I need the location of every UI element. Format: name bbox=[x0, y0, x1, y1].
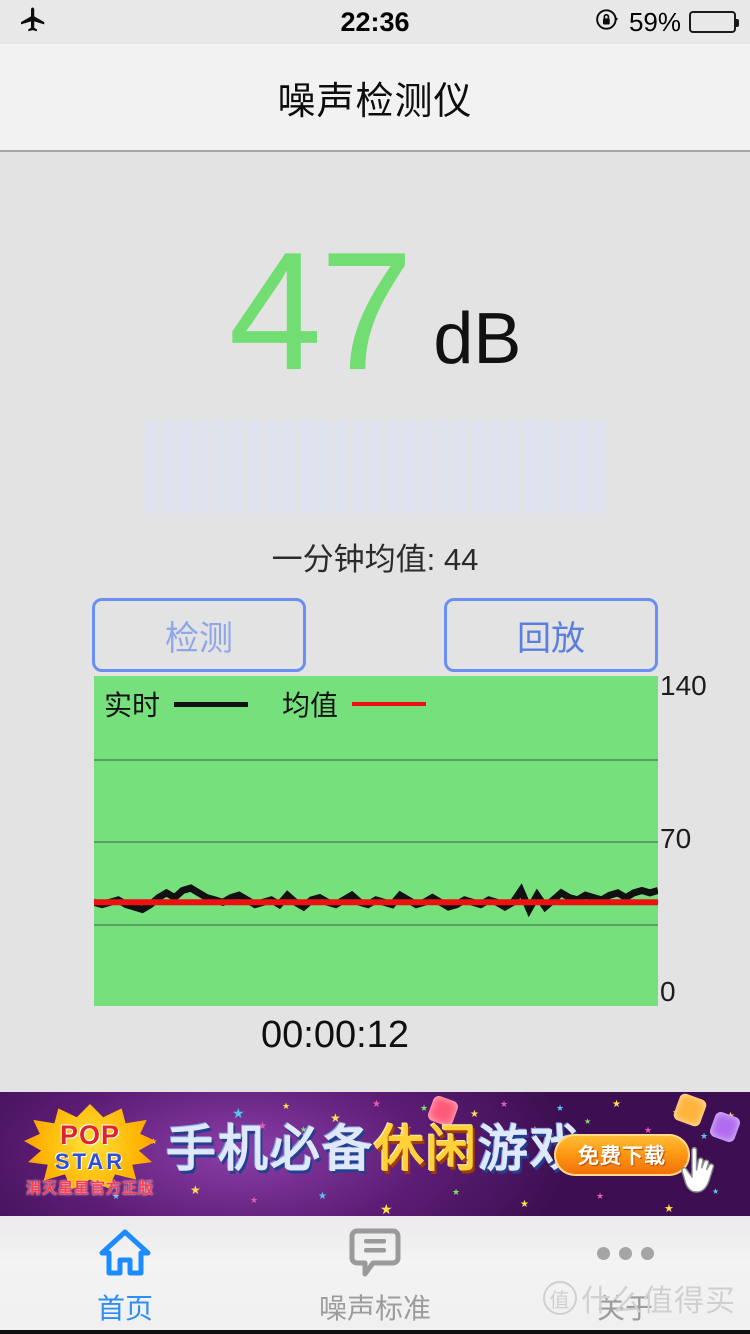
level-meter-segment bbox=[178, 420, 193, 513]
y-axis-label-max: 140 bbox=[660, 670, 707, 701]
tab-noise-standard-label: 噪声标准 bbox=[318, 1293, 431, 1324]
bottom-tab-bar: 首页 噪声标准 关于 bbox=[0, 1216, 750, 1334]
ad-star-decor: ★ bbox=[190, 1183, 201, 1197]
ad-gem-decor bbox=[672, 1092, 708, 1128]
level-meter-segment bbox=[488, 420, 503, 513]
ad-logo-pop: POP bbox=[59, 1120, 121, 1150]
level-meter-segment bbox=[212, 420, 228, 513]
chart-series-realtime bbox=[94, 883, 658, 918]
ad-star-decor: ★ bbox=[520, 1199, 529, 1210]
ad-star-decor: ★ bbox=[318, 1191, 327, 1202]
level-meter-segment bbox=[574, 420, 589, 513]
tab-home[interactable]: 首页 bbox=[0, 1216, 250, 1330]
ad-gem-decor bbox=[708, 1110, 742, 1144]
decibel-reading: 47 dB bbox=[0, 217, 750, 405]
ad-headline: 手机必备休闲游戏 bbox=[166, 1118, 582, 1180]
elapsed-timer: 00:00:12 bbox=[261, 1014, 409, 1056]
ad-star-decor: ★ bbox=[372, 1099, 381, 1110]
level-meter-segment bbox=[350, 420, 365, 513]
level-meter-segment bbox=[230, 420, 245, 513]
level-meter-segment bbox=[522, 420, 538, 513]
minute-average-label: 一分钟均值: 44 bbox=[271, 542, 479, 577]
status-bar: 22:36 59% bbox=[0, 0, 750, 44]
level-meter-segment bbox=[161, 420, 176, 513]
more-dots-icon bbox=[596, 1225, 654, 1281]
battery-percent-label: 59% bbox=[628, 6, 681, 37]
tab-more[interactable]: 关于 bbox=[500, 1216, 750, 1330]
home-icon bbox=[96, 1225, 154, 1281]
level-meter-segment bbox=[333, 420, 348, 513]
ad-star-decor: ★ bbox=[596, 1191, 605, 1201]
level-meter-segment bbox=[247, 420, 262, 513]
speech-bubble-icon bbox=[347, 1225, 403, 1281]
decibel-unit: dB bbox=[433, 299, 522, 379]
level-meter-segment bbox=[471, 420, 486, 513]
status-bar-right: 59% bbox=[594, 0, 739, 44]
nav-bar: 噪声检测仪 bbox=[0, 44, 750, 152]
ad-star-decor: ★ bbox=[664, 1203, 674, 1215]
replay-button[interactable]: 回放 bbox=[444, 598, 658, 672]
level-meter-segment bbox=[436, 420, 451, 513]
ad-star-decor: ★ bbox=[500, 1099, 509, 1109]
app-root: 22:36 59% 噪声检测仪 47 dB 一分钟均值: 44 检测 回放 实时… bbox=[0, 0, 750, 1334]
ad-star-decor: ★ bbox=[420, 1103, 429, 1113]
detect-button[interactable]: 检测 bbox=[92, 598, 306, 672]
ad-star-decor: ★ bbox=[380, 1201, 393, 1216]
tab-home-label: 首页 bbox=[96, 1293, 153, 1324]
ad-logo-subtitle: 消灭星星官方正版 bbox=[25, 1180, 154, 1197]
ad-banner[interactable]: ★★★★★★★★★★★★★★★★★★★★★★★★★★★★★★★ POP STAR… bbox=[0, 1092, 750, 1216]
ad-star-decor: ★ bbox=[556, 1103, 565, 1113]
hand-cursor-icon bbox=[678, 1144, 722, 1198]
ad-logo: POP STAR 消灭星星官方正版 bbox=[16, 1100, 164, 1208]
ad-logo-star: STAR bbox=[54, 1149, 126, 1174]
noise-chart: 实时 均值 140 70 0 00:00:12 bbox=[0, 672, 750, 1056]
tab-more-label: 关于 bbox=[596, 1293, 653, 1324]
level-meter-segment bbox=[505, 420, 520, 513]
level-meter-segment bbox=[281, 420, 296, 513]
ad-star-decor: ★ bbox=[700, 1131, 709, 1141]
ad-headline-part1: 手机必备 bbox=[166, 1121, 374, 1177]
tab-noise-standard[interactable]: 噪声标准 bbox=[250, 1216, 500, 1330]
level-meter-segment bbox=[557, 420, 572, 513]
level-meter-segment bbox=[264, 420, 279, 513]
level-meter-segment bbox=[316, 420, 331, 513]
level-meter-segment bbox=[385, 420, 400, 513]
main-content: 47 dB 一分钟均值: 44 检测 回放 实时 均值 140 70 0 00:… bbox=[0, 154, 750, 1092]
ad-star-decor: ★ bbox=[612, 1099, 621, 1110]
y-axis-label-mid: 70 bbox=[660, 823, 692, 854]
battery-icon bbox=[689, 11, 739, 33]
rotation-lock-icon bbox=[594, 6, 621, 38]
chart-plot-area: 实时 均值 bbox=[94, 676, 658, 1006]
level-meter-segment bbox=[540, 420, 555, 513]
level-meter-segment bbox=[402, 420, 417, 513]
level-meter-segment bbox=[419, 420, 434, 513]
chart-series-layer bbox=[94, 883, 658, 918]
level-meter-segment bbox=[298, 420, 314, 513]
page-title: 噪声检测仪 bbox=[277, 80, 473, 123]
y-axis-label-min: 0 bbox=[660, 976, 676, 1007]
ad-headline-part2: 休闲 bbox=[374, 1121, 478, 1177]
level-meter-segment bbox=[195, 420, 210, 513]
ad-star-decor: ★ bbox=[282, 1101, 291, 1111]
level-meter-segment bbox=[367, 420, 383, 513]
ad-star-decor: ★ bbox=[250, 1195, 259, 1205]
level-meter-segment bbox=[144, 420, 159, 513]
level-meter bbox=[144, 420, 606, 513]
control-button-row: 检测 回放 bbox=[0, 598, 750, 676]
level-meter-segment bbox=[591, 420, 606, 513]
ad-star-decor: ★ bbox=[584, 1117, 592, 1126]
level-meter-segment bbox=[453, 420, 469, 513]
decibel-value: 47 bbox=[228, 217, 414, 405]
ad-download-button[interactable]: 免费下载 bbox=[554, 1134, 690, 1176]
ad-star-decor: ★ bbox=[452, 1187, 461, 1197]
